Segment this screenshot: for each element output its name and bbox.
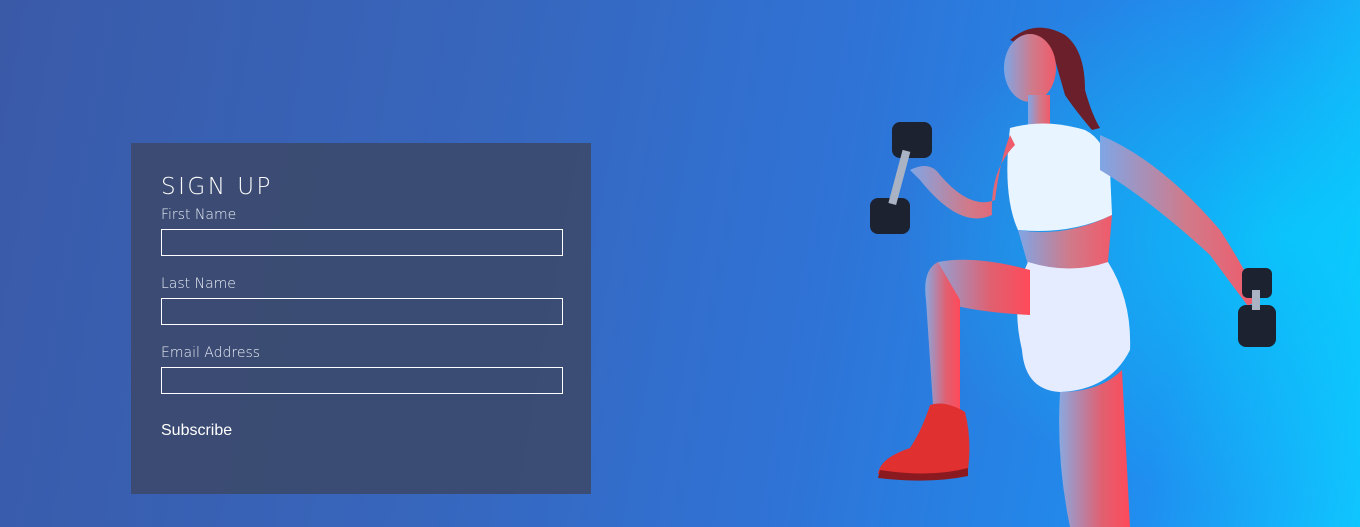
last-name-group: Last Name (161, 276, 563, 325)
athlete-image (870, 27, 1276, 527)
subscribe-button[interactable]: Subscribe (161, 422, 232, 440)
signup-title: SIGN UP (161, 174, 273, 200)
email-input[interactable] (161, 367, 563, 394)
first-name-group: First Name (161, 207, 563, 256)
hero-background: SIGN UP First Name Last Name Email Addre… (0, 0, 1360, 527)
last-name-input[interactable] (161, 298, 563, 325)
email-group: Email Address (161, 345, 563, 394)
email-label: Email Address (161, 345, 261, 361)
first-name-input[interactable] (161, 229, 563, 256)
first-name-label: First Name (161, 207, 237, 223)
last-name-label: Last Name (161, 276, 236, 292)
signup-panel: SIGN UP First Name Last Name Email Addre… (131, 143, 591, 494)
